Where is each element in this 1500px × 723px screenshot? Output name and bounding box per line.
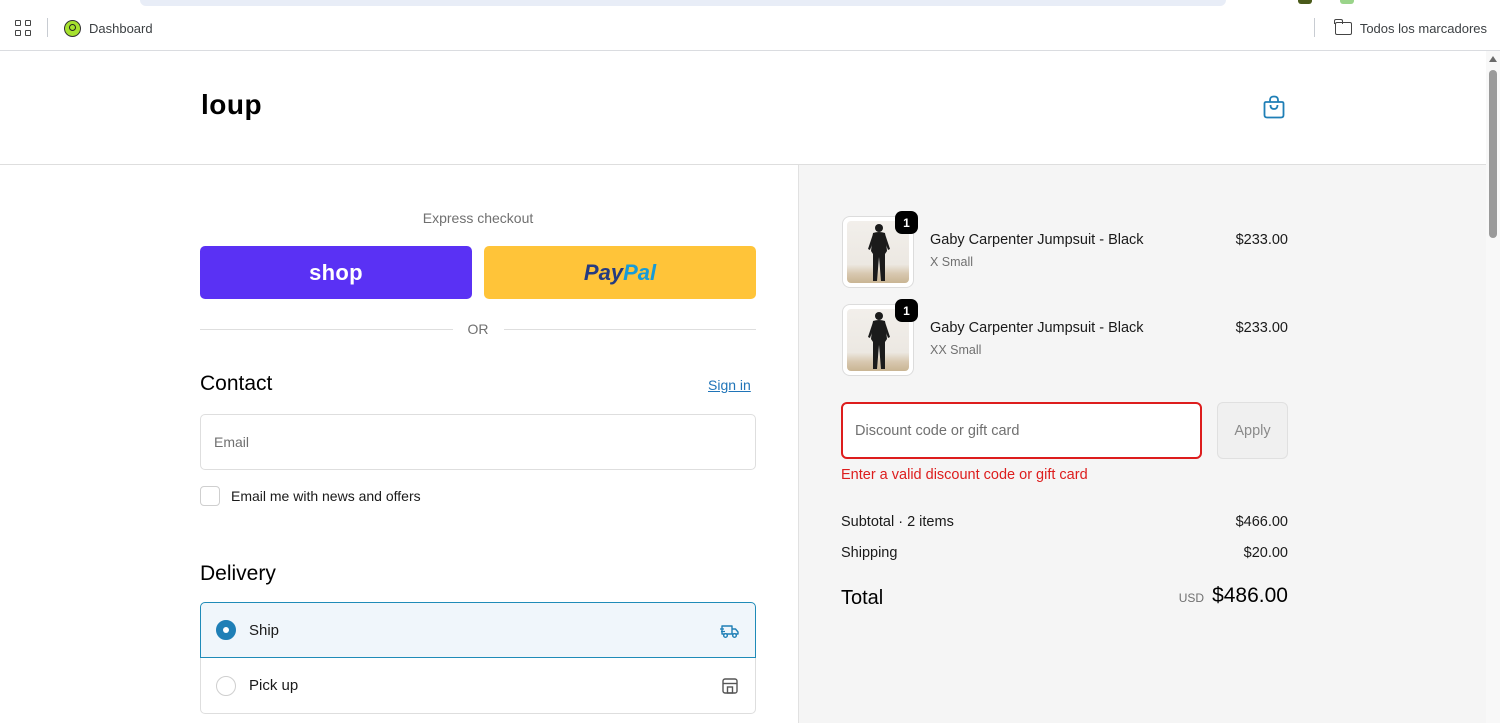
bookmarks-bar: Dashboard Todos los marcadores bbox=[0, 0, 1500, 51]
bookmark-separator bbox=[47, 18, 48, 37]
delivery-options: Ship Pick up bbox=[200, 602, 756, 714]
delivery-option-ship[interactable]: Ship bbox=[200, 602, 756, 658]
item-price: $233.00 bbox=[1235, 320, 1288, 336]
divider-line bbox=[200, 328, 453, 330]
item-name: Gaby Carpenter Jumpsuit - Black bbox=[930, 320, 1144, 336]
store-icon bbox=[722, 678, 738, 694]
folder-icon bbox=[1334, 18, 1352, 35]
line-item: 1 Gaby Carpenter Jumpsuit - Black X Smal… bbox=[842, 211, 1288, 288]
ship-radio[interactable] bbox=[216, 620, 236, 640]
email-field[interactable] bbox=[200, 414, 756, 470]
ship-label: Ship bbox=[249, 621, 280, 639]
page-scrollbar[interactable] bbox=[1486, 51, 1500, 723]
bookmark-dashboard-label: Dashboard bbox=[89, 20, 153, 36]
news-offers-row[interactable]: Email me with news and offers bbox=[200, 486, 421, 506]
all-bookmarks-button[interactable]: Todos los marcadores bbox=[1334, 18, 1487, 38]
subtotal-label: Subtotal · 2 items bbox=[841, 514, 954, 530]
item-variant: XX Small bbox=[930, 343, 982, 357]
news-offers-label: Email me with news and offers bbox=[231, 488, 421, 504]
item-price: $233.00 bbox=[1235, 232, 1288, 248]
store-header: loup bbox=[0, 51, 1486, 165]
shipping-label: Shipping bbox=[841, 545, 898, 561]
total-label: Total bbox=[841, 587, 884, 609]
pickup-label: Pick up bbox=[249, 677, 299, 694]
paypal-label-pal: Pal bbox=[623, 259, 657, 285]
pickup-radio[interactable] bbox=[216, 675, 236, 696]
shipping-value: $20.00 bbox=[1243, 545, 1288, 561]
item-variant: X Small bbox=[930, 255, 974, 269]
order-summary: 1 Gaby Carpenter Jumpsuit - Black X Smal… bbox=[798, 165, 1486, 723]
apply-discount-button[interactable]: Apply bbox=[1217, 402, 1288, 459]
apps-grid-icon[interactable] bbox=[15, 20, 31, 36]
subtotal-row: Subtotal · 2 items $466.00 bbox=[841, 514, 1288, 530]
store-logo[interactable]: loup bbox=[201, 89, 262, 121]
total-amount-group: USD $486.00 bbox=[1179, 584, 1288, 608]
item-name: Gaby Carpenter Jumpsuit - Black bbox=[930, 232, 1144, 248]
dashboard-favicon-icon bbox=[64, 19, 81, 37]
bookmark-dashboard[interactable]: Dashboard bbox=[64, 18, 153, 38]
total-row: Total USD $486.00 bbox=[841, 584, 1288, 614]
currency-code: USD bbox=[1178, 591, 1205, 605]
scrollbar-thumb[interactable] bbox=[1489, 70, 1497, 238]
bookmark-separator bbox=[1314, 18, 1315, 37]
shipping-row: Shipping $20.00 bbox=[841, 545, 1288, 561]
extension-icon[interactable] bbox=[1298, 0, 1312, 4]
discount-error-message: Enter a valid discount code or gift card bbox=[841, 467, 1088, 483]
checkout-main: Express checkout shop Pay Pal OR Contact … bbox=[0, 165, 798, 723]
discount-code-input[interactable] bbox=[841, 402, 1202, 459]
shop-pay-label: shop bbox=[309, 259, 363, 285]
all-bookmarks-label: Todos los marcadores bbox=[1359, 20, 1487, 36]
extension-icon[interactable] bbox=[1340, 0, 1354, 4]
scroll-up-arrow-icon[interactable] bbox=[1489, 56, 1497, 62]
delivery-option-pickup[interactable]: Pick up bbox=[200, 658, 756, 714]
contact-heading: Contact bbox=[200, 372, 273, 395]
express-checkout-label: Express checkout bbox=[422, 210, 534, 226]
paypal-label-pay: Pay bbox=[583, 259, 624, 285]
subtotal-value: $466.00 bbox=[1235, 514, 1288, 530]
line-item: 1 Gaby Carpenter Jumpsuit - Black XX Sma… bbox=[842, 299, 1288, 376]
total-amount: $486.00 bbox=[1212, 584, 1288, 607]
product-photo-figure bbox=[868, 224, 890, 281]
quantity-badge: 1 bbox=[895, 299, 918, 322]
paypal-button[interactable]: Pay Pal bbox=[484, 246, 756, 299]
shopping-bag-icon[interactable] bbox=[1263, 95, 1285, 119]
delivery-heading: Delivery bbox=[200, 562, 276, 585]
divider-line bbox=[503, 328, 756, 330]
or-divider: OR bbox=[200, 320, 756, 338]
or-label: OR bbox=[467, 321, 489, 337]
product-photo-figure bbox=[868, 312, 890, 369]
truck-icon bbox=[720, 625, 739, 638]
news-offers-checkbox[interactable] bbox=[200, 486, 220, 506]
address-bar-edge bbox=[140, 0, 1226, 6]
shop-pay-button[interactable]: shop bbox=[200, 246, 472, 299]
sign-in-link[interactable]: Sign in bbox=[708, 377, 751, 393]
quantity-badge: 1 bbox=[895, 211, 918, 234]
